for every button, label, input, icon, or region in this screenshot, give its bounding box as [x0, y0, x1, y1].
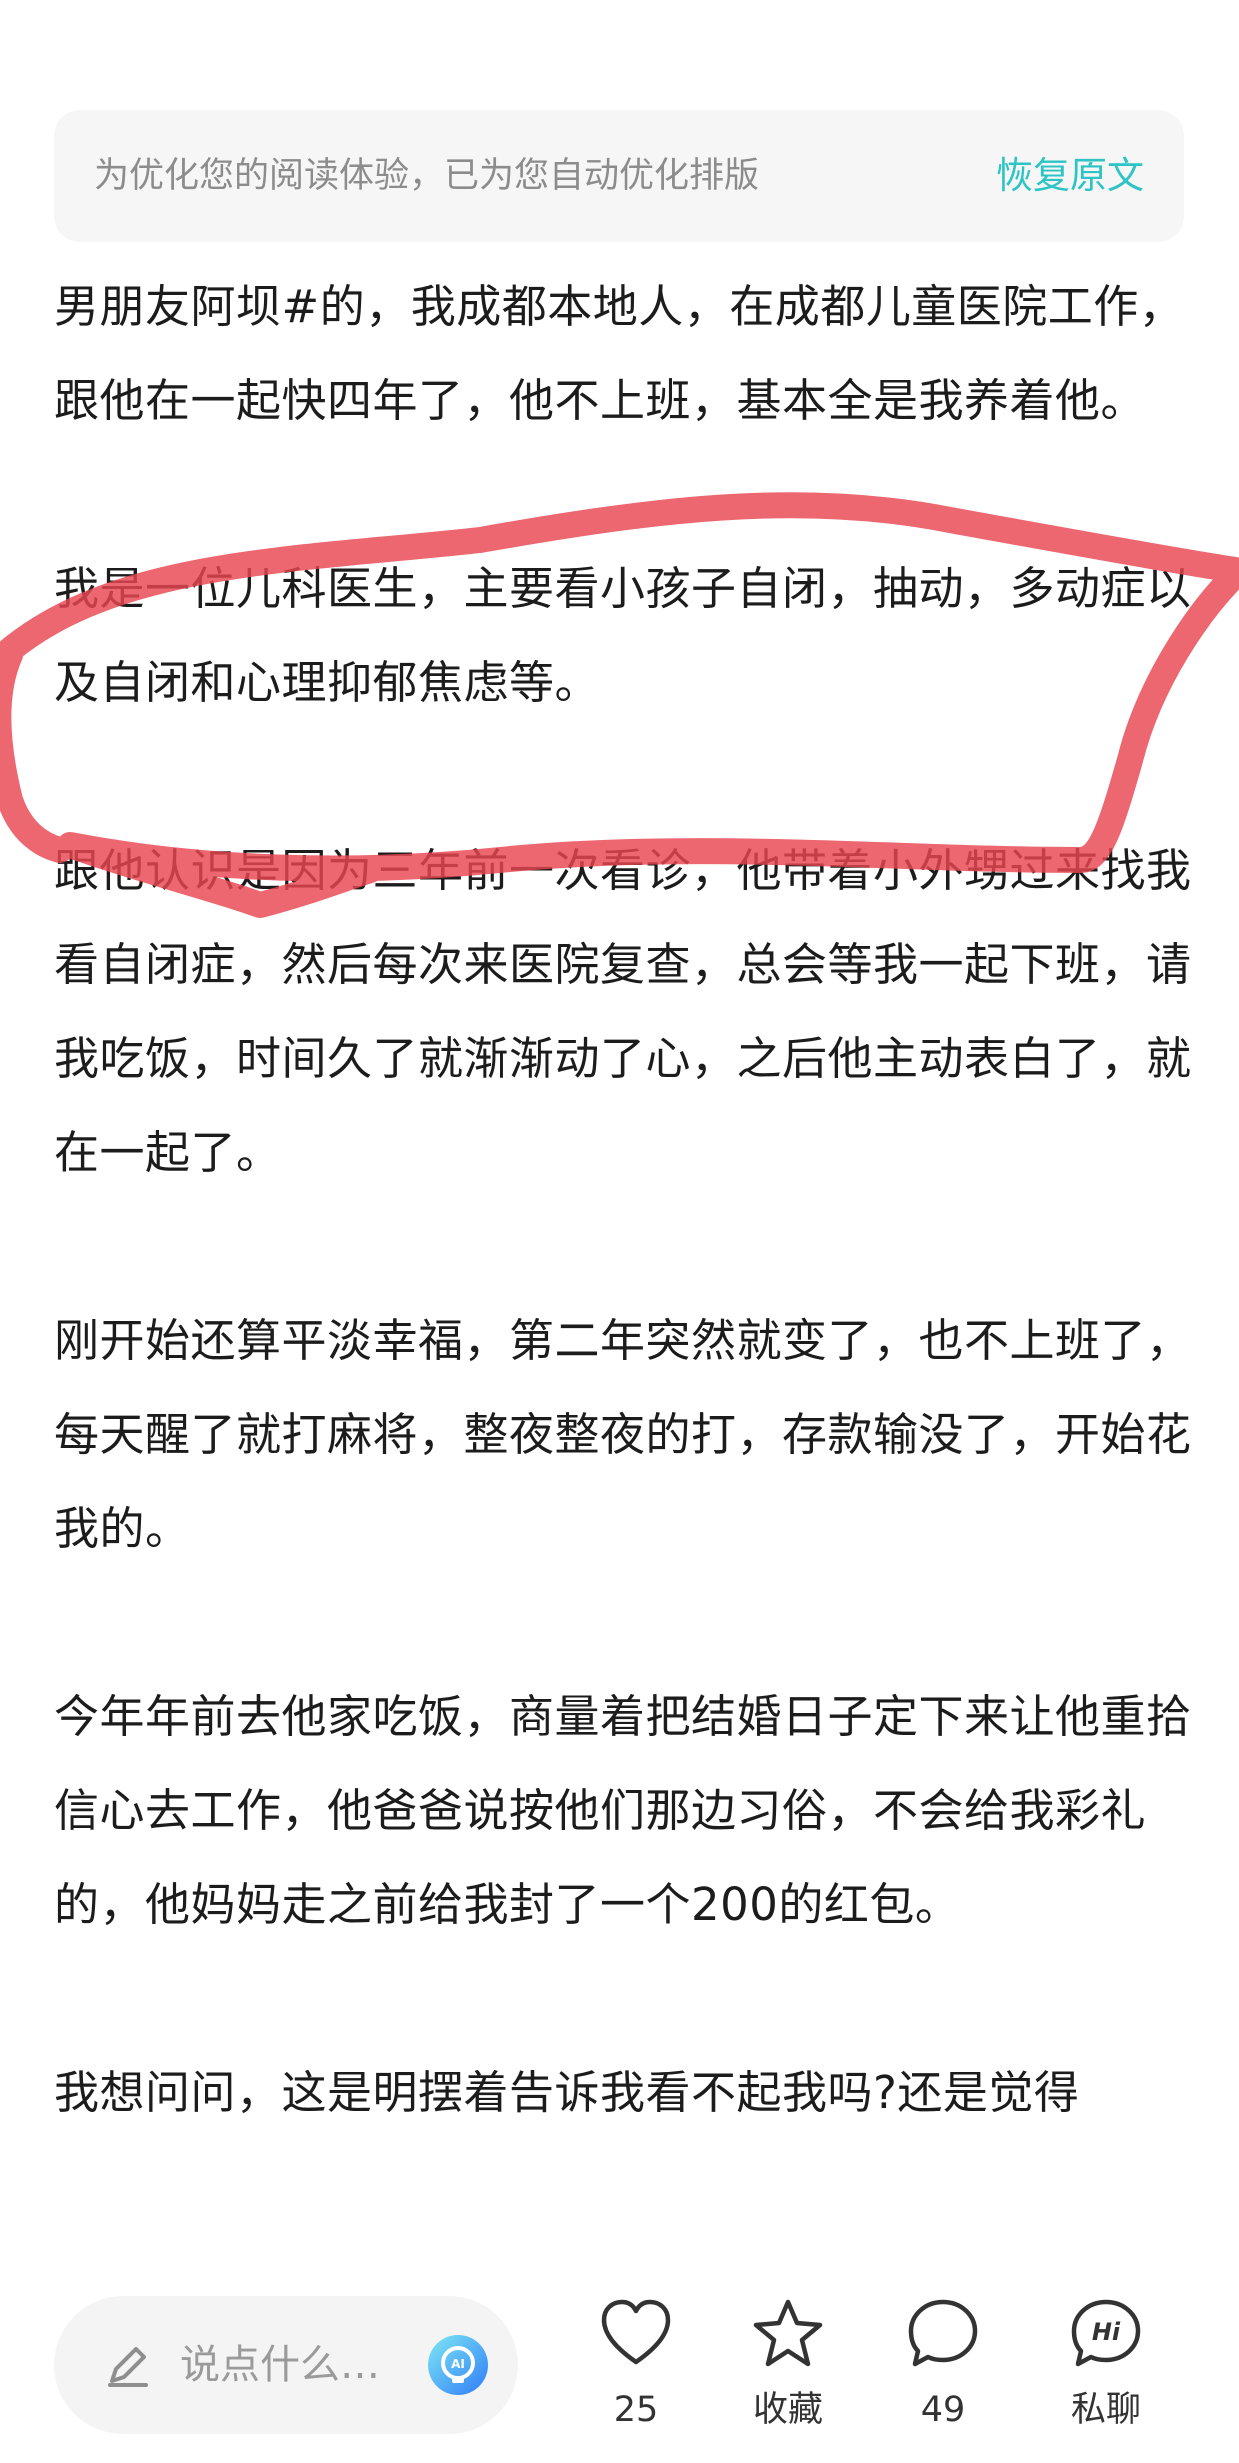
- favorite-button[interactable]: 收藏: [728, 2296, 848, 2446]
- article-paragraph: 刚开始还算平淡幸福，第二年突然就变了，也不上班了，每天醒了就打麻将，整夜整夜的打…: [54, 1314, 1192, 1555]
- pencil-icon: [108, 2347, 148, 2387]
- comment-placeholder: 说点什么…: [180, 2342, 380, 2388]
- article-paragraph: 跟他认识是因为三年前一次看诊，他带着小外甥过来找我看自闭症，然后每次来医院复查，…: [54, 844, 1192, 1179]
- comment-button[interactable]: 49: [883, 2296, 1003, 2446]
- article-paragraph: 我想问问，这是明摆着告诉我看不起我吗?还是觉得: [54, 2066, 1080, 2119]
- bottom-action-bar: 说点什么… AI 25 收藏 49 Hi 私聊: [0, 2256, 1239, 2463]
- comment-count: 49: [920, 2390, 966, 2430]
- heart-icon: [601, 2299, 671, 2365]
- like-count: 25: [613, 2390, 659, 2430]
- article-body: 男朋友阿坝#的，我成都本地人，在成都儿童医院工作，跟他在一起快四年了，他不上班，…: [54, 260, 1194, 2256]
- favorite-label: 收藏: [752, 2390, 823, 2430]
- svg-text:Hi: Hi: [1092, 2318, 1121, 2346]
- private-message-button[interactable]: Hi 私聊: [1046, 2296, 1166, 2446]
- restore-original-button[interactable]: 恢复原文: [996, 110, 1144, 242]
- optimized-layout-banner: 为优化您的阅读体验，已为您自动优化排版 恢复原文: [54, 110, 1184, 242]
- like-button[interactable]: 25: [576, 2296, 696, 2446]
- star-icon: [753, 2299, 823, 2367]
- article-paragraph: 今年年前去他家吃饭，商量着把结婚日子定下来让他重拾信心去工作，他爸爸说按他们那边…: [54, 1690, 1192, 1931]
- ai-assistant-icon[interactable]: AI: [426, 2333, 490, 2397]
- article-paragraph: 男朋友阿坝#的，我成都本地人，在成都儿童医院工作，跟他在一起快四年了，他不上班，…: [54, 280, 1185, 427]
- hi-chat-icon: Hi: [1071, 2299, 1141, 2367]
- article-paragraph: 我是一位儿科医生，主要看小孩子自闭，抽动，多动症以及自闭和心理抑郁焦虑等。: [54, 562, 1192, 709]
- svg-text:AI: AI: [451, 2357, 465, 2371]
- speech-bubble-icon: [908, 2299, 978, 2367]
- optimized-layout-notice: 为优化您的阅读体验，已为您自动优化排版: [94, 156, 760, 196]
- comment-input[interactable]: 说点什么… AI: [54, 2296, 518, 2434]
- private-message-label: 私聊: [1070, 2390, 1141, 2430]
